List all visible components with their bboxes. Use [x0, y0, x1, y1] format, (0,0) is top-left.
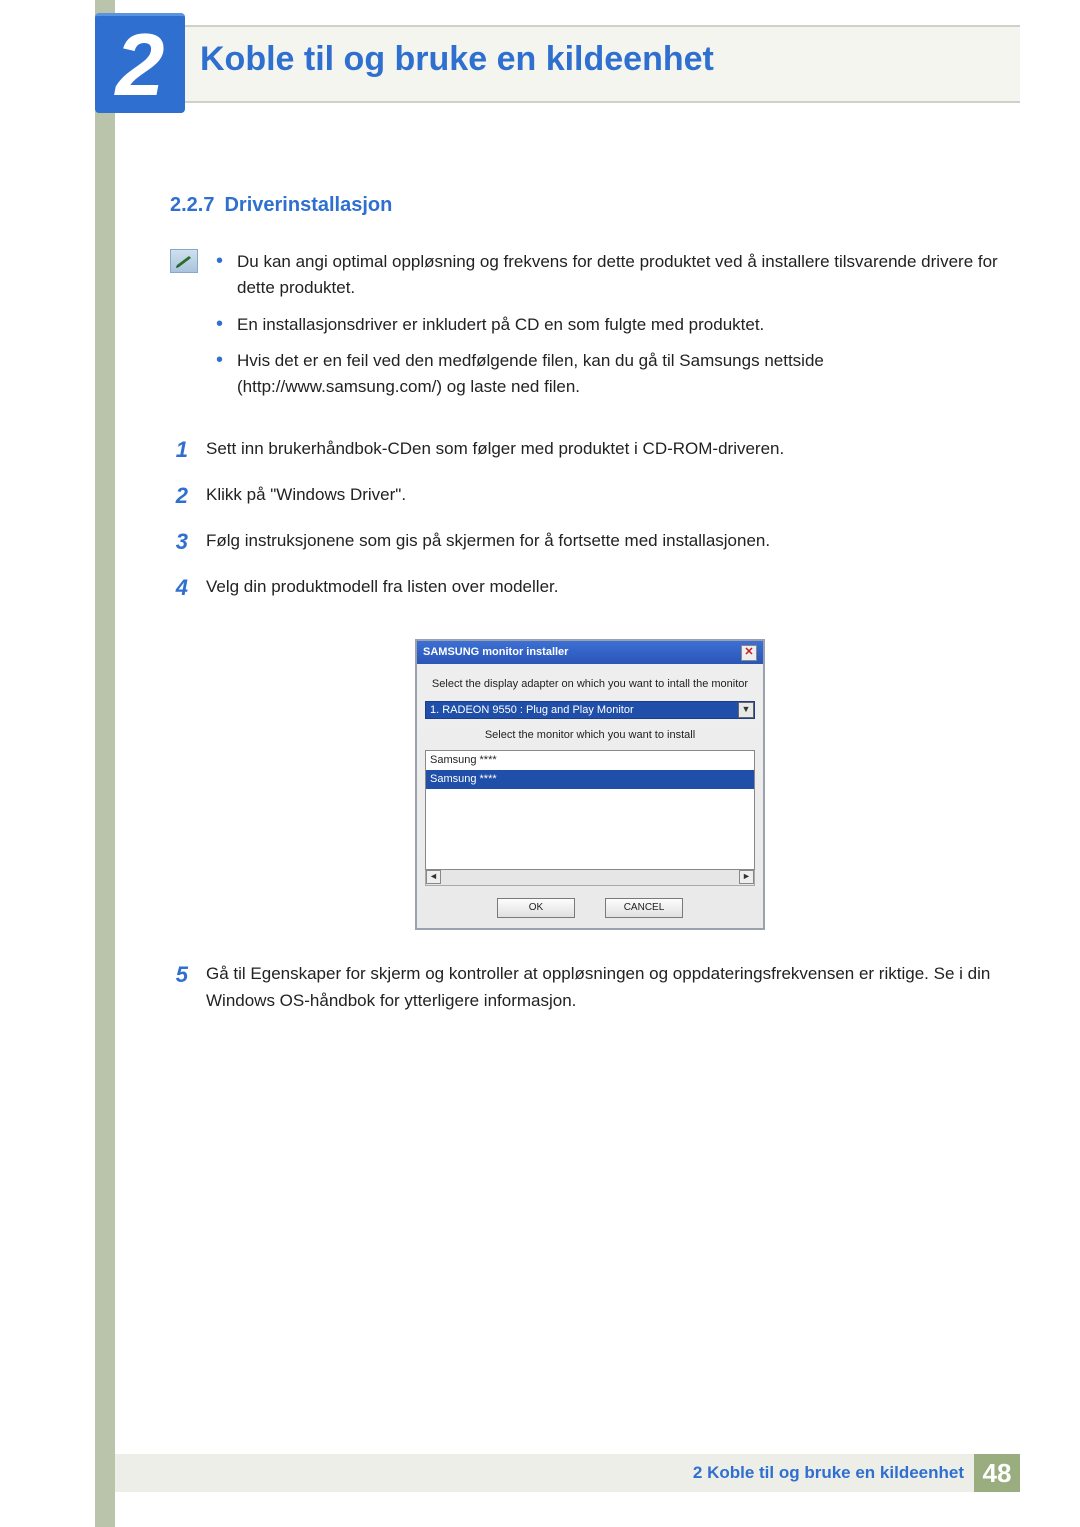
step-text: Sett inn brukerhåndbok-CDen som følger m…	[206, 433, 1010, 467]
dialog-instruction-2: Select the monitor which you want to ins…	[425, 727, 755, 744]
left-stripe	[95, 0, 115, 1527]
steps-list: 1 Sett inn brukerhåndbok-CDen som følger …	[170, 433, 1010, 605]
page-number: 48	[974, 1454, 1020, 1492]
chapter-number: 2	[116, 21, 165, 109]
bullet-icon: •	[216, 249, 223, 302]
footer: 2 Koble til og bruke en kildeenhet 48	[115, 1454, 1020, 1492]
step-item: 5 Gå til Egenskaper for skjerm og kontro…	[170, 958, 1010, 1014]
content: 2.2.7 Driverinstallasjon • Du kan angi opt…	[170, 190, 1010, 1026]
cancel-button[interactable]: CANCEL	[605, 898, 683, 918]
note-icon	[170, 249, 198, 273]
bullet-icon: •	[216, 312, 223, 338]
step-text: Følg instruksjonene som gis på skjermen …	[206, 525, 1010, 559]
note-item: • En installasjonsdriver er inkludert på …	[216, 312, 1010, 338]
chapter-badge: 2	[95, 13, 185, 113]
step-text: Gå til Egenskaper for skjerm og kontroll…	[206, 958, 1010, 1014]
step-text: Velg din produktmodell fra listen over m…	[206, 571, 1010, 605]
ok-button[interactable]: OK	[497, 898, 575, 918]
dialog-titlebar: SAMSUNG monitor installer ✕	[417, 641, 763, 664]
scroll-right-icon[interactable]: ►	[739, 870, 754, 884]
chapter-title: Koble til og bruke en kildeenhet	[200, 40, 714, 79]
chevron-down-icon[interactable]: ▼	[738, 702, 754, 718]
step-item: 4 Velg din produktmodell fra listen over …	[170, 571, 1010, 605]
page: 2 Koble til og bruke en kildeenhet 2.2.7…	[0, 0, 1080, 1527]
dialog-instruction-1: Select the display adapter on which you …	[425, 676, 755, 693]
step-number: 1	[170, 433, 188, 467]
section-title: Driverinstallasjon	[224, 194, 392, 216]
step-item: 1 Sett inn brukerhåndbok-CDen som følger …	[170, 433, 1010, 467]
note-block: • Du kan angi optimal oppløsning og frekv…	[170, 249, 1010, 411]
section-heading: 2.2.7 Driverinstallasjon	[170, 190, 1010, 221]
dialog-buttons: OK CANCEL	[425, 898, 755, 918]
note-item: • Hvis det er en feil ved den medfølgende…	[216, 348, 1010, 401]
dialog-body: Select the display adapter on which you …	[417, 664, 763, 928]
note-text: En installasjonsdriver er inkludert på C…	[237, 312, 764, 338]
note-item: • Du kan angi optimal oppløsning og frekv…	[216, 249, 1010, 302]
adapter-select[interactable]: 1. RADEON 9550 : Plug and Play Monitor ▼	[425, 701, 755, 719]
step-item: 3 Følg instruksjonene som gis på skjermen…	[170, 525, 1010, 559]
step-item: 2 Klikk på "Windows Driver".	[170, 479, 1010, 513]
monitor-list[interactable]: Samsung **** Samsung ****	[425, 750, 755, 870]
step-number: 2	[170, 479, 188, 513]
step-number: 5	[170, 958, 188, 1014]
bullet-icon: •	[216, 348, 223, 401]
note-text: Du kan angi optimal oppløsning og frekve…	[237, 249, 1010, 302]
installer-dialog: SAMSUNG monitor installer ✕ Select the d…	[415, 639, 765, 930]
section-number: 2.2.7	[170, 194, 214, 216]
list-item[interactable]: Samsung ****	[426, 770, 754, 789]
list-item[interactable]: Samsung ****	[426, 751, 754, 770]
horizontal-scrollbar[interactable]: ◄ ►	[425, 870, 755, 886]
scroll-left-icon[interactable]: ◄	[426, 870, 441, 884]
dialog-title: SAMSUNG monitor installer	[423, 644, 568, 661]
step-number: 3	[170, 525, 188, 559]
step-text: Klikk på "Windows Driver".	[206, 479, 1010, 513]
adapter-selected-value: 1. RADEON 9550 : Plug and Play Monitor	[430, 702, 634, 719]
note-text: Hvis det er en feil ved den medfølgende …	[237, 348, 1010, 401]
close-icon[interactable]: ✕	[741, 645, 757, 661]
note-list: • Du kan angi optimal oppløsning og frekv…	[216, 249, 1010, 411]
footer-label: 2 Koble til og bruke en kildeenhet	[693, 1463, 964, 1483]
step-number: 4	[170, 571, 188, 605]
